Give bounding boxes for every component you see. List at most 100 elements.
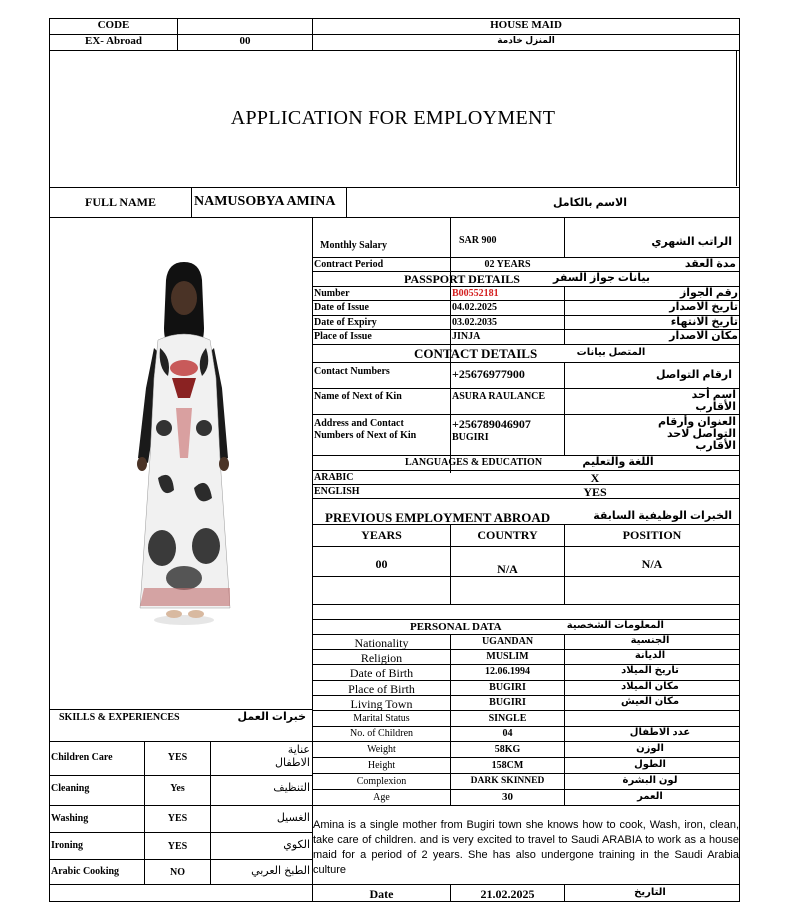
personal-data-heading-ar: المعلومات الشخصية [566, 620, 664, 631]
religion-label: Religion [360, 651, 403, 665]
expiry-date-value: 03.02.2035 [452, 317, 497, 328]
age-value: 30 [502, 791, 513, 803]
language-row-arabic: ARABIC [314, 472, 354, 483]
previous-employment-heading: PREVIOUS EMPLOYMENT ABROAD [325, 510, 551, 525]
place-of-birth-value: BUGIRI [489, 682, 526, 693]
languages-heading-ar: اللغة والتعليم [582, 456, 654, 468]
living-town-value: BUGIRI [489, 697, 526, 708]
previous-position-value: N/A [641, 557, 663, 571]
contact-numbers-label: Contact Numbers [314, 366, 390, 377]
age-label: Age [373, 792, 390, 803]
weight-value: 58KG [494, 744, 521, 755]
expiry-date-label: Date of Expiry [314, 317, 377, 328]
skill-cleaning-ar: التنظيف [273, 782, 310, 794]
date-label: Date [369, 887, 394, 901]
next-of-kin-ar-1: اسم أحد [691, 389, 736, 401]
skill-arabic-cooking-value: NO [170, 867, 185, 878]
skill-ironing-value: YES [167, 841, 188, 852]
previous-country-value: N/A [497, 562, 518, 576]
kin-town-value: BUGIRI [452, 432, 489, 443]
contact-numbers-value: +25676977900 [452, 367, 525, 381]
religion-ar: الديانة [634, 650, 666, 661]
address-ar-2: التواصل لاحد [666, 428, 736, 440]
next-of-kin-ar-2: الأقارب [695, 401, 736, 413]
living-town-ar: مكان العيش [620, 696, 680, 707]
skill-washing-value: YES [167, 813, 188, 824]
date-of-birth-value: 12.06.1994 [485, 666, 530, 677]
issue-date-value: 04.02.2025 [452, 302, 497, 313]
date-ar: التاريخ [634, 887, 666, 898]
expiry-date-ar: تاريخ الانتهاء [670, 316, 738, 328]
issue-date-ar: تاريخ الاصدار [669, 301, 738, 313]
skill-cleaning-label: Cleaning [51, 783, 90, 794]
contract-period-label: Contract Period [314, 259, 384, 270]
children-ar: عدد الاطفال [629, 727, 691, 738]
ex-abroad-label: EX- Abroad [85, 35, 142, 47]
skill-children-care-label: Children Care [51, 752, 113, 763]
children-label: No. of Children [349, 728, 414, 739]
contact-heading-ar: المتصل بيانات [576, 347, 646, 358]
address-label-1: Address and Contact [314, 418, 404, 429]
weight-label: Weight [367, 744, 396, 755]
contact-numbers-ar: ارقام التواصل [655, 369, 732, 381]
date-of-birth-ar: تاريخ الميلاد [621, 665, 679, 676]
nationality-ar: الجنسية [630, 635, 670, 646]
height-value: 158CM [491, 760, 524, 771]
full-name-label: FULL NAME [84, 195, 156, 209]
full-name-label-ar: الاسم بالكامل [552, 197, 627, 209]
skill-children-care-ar-1: عناية [287, 744, 310, 756]
language-row-english: ENGLISH [314, 486, 360, 497]
complexion-value: DARK SKINNED [470, 776, 545, 786]
skill-ironing-ar: الكوي [283, 839, 310, 851]
address-ar-1: العنوان وأرقام [657, 416, 736, 428]
col-country: COUNTRY [477, 528, 538, 542]
living-town-label: Living Town [350, 697, 413, 711]
skill-arabic-cooking-label: Arabic Cooking [51, 866, 120, 877]
personal-data-heading: PERSONAL DATA [410, 621, 502, 633]
marital-status-value: SINGLE [488, 713, 527, 724]
skill-washing-ar: الغسيل [276, 812, 310, 824]
place-of-issue-label: Place of Issue [314, 331, 372, 342]
skill-arabic-cooking-ar: الطبخ العربي [251, 865, 310, 877]
position-title-ar: المنزل خادمة [497, 35, 555, 45]
skills-heading: SKILLS & EXPERIENCES [59, 712, 180, 723]
skill-children-care-value: YES [167, 752, 188, 763]
skills-heading-ar: خبرات العمل [237, 711, 306, 723]
page-title: APPLICATION FOR EMPLOYMENT [230, 107, 556, 129]
passport-number-ar: رقم الجواز [679, 287, 738, 299]
language-english-mark: YES [583, 485, 607, 499]
passport-number-value: B00552181 [452, 288, 499, 299]
skill-children-care-ar-2: الاطفال [275, 757, 310, 769]
children-value: 04 [502, 728, 513, 739]
ex-abroad-value: 00 [239, 35, 251, 47]
place-of-birth-ar: مكان الميلاد [621, 681, 679, 692]
col-position: POSITION [622, 528, 682, 542]
previous-employment-heading-ar: الخبرات الوظيفية السابقة [593, 510, 732, 522]
address-label-2: Numbers of Next of Kin [314, 430, 417, 441]
salary-value: SAR 900 [459, 235, 497, 246]
weight-ar: الوزن [636, 743, 664, 754]
languages-heading: LANGUAGES & EDUCATION [405, 457, 543, 468]
language-arabic-mark: X [590, 471, 600, 485]
passport-heading: PASSPORT DETAILS [404, 272, 520, 286]
religion-value: MUSLIM [486, 651, 529, 662]
applicant-description: Amina is a single mother from Bugiri tow… [313, 819, 739, 876]
issue-date-label: Date of Issue [314, 302, 369, 313]
contract-period-value: 02 YEARS [484, 259, 531, 270]
next-of-kin-label: Name of Next of Kin [314, 391, 402, 402]
marital-status-label: Marital Status [353, 713, 410, 724]
col-years: YEARS [361, 528, 402, 542]
next-of-kin-value: ASURA RAULANCE [452, 391, 546, 402]
date-value: 21.02.2025 [480, 887, 535, 901]
full-name-value: NAMUSOBYA AMINA [194, 194, 336, 209]
height-ar: الطول [634, 759, 666, 770]
nationality-label: Nationality [354, 636, 409, 650]
salary-label: Monthly Salary [320, 240, 387, 251]
skill-ironing-label: Ironing [51, 840, 84, 851]
previous-years-value: 00 [375, 557, 388, 571]
kin-phone-value: +256789046907 [452, 417, 531, 431]
position-title: HOUSE MAID [490, 19, 562, 31]
applicant-photo [128, 258, 238, 628]
place-of-issue-ar: مكان الاصدار [669, 330, 738, 342]
address-ar-3: الأقارب [695, 440, 736, 452]
